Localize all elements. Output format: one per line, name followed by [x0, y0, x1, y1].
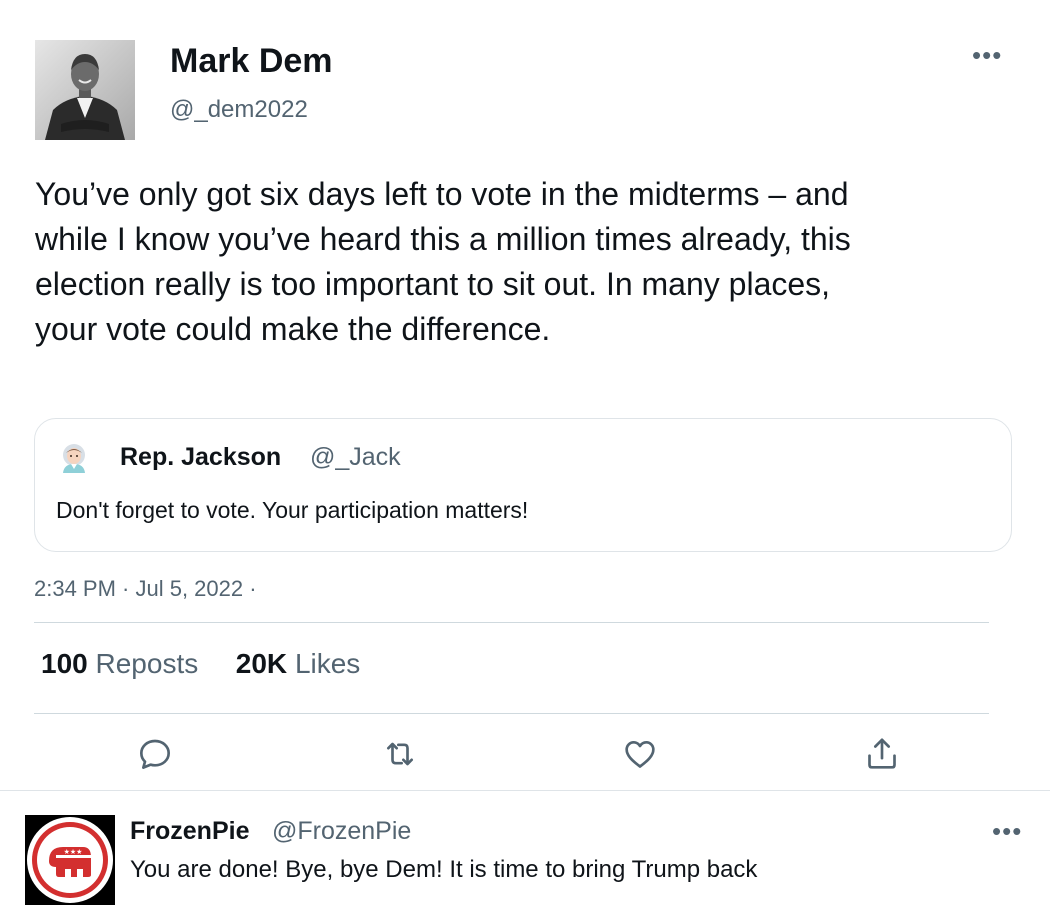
reply-icon — [140, 739, 170, 769]
quoted-author-handle[interactable]: @_Jack — [310, 443, 401, 472]
reply-button[interactable] — [135, 734, 175, 774]
quoted-author-avatar[interactable] — [60, 443, 88, 473]
reposts-label: Reposts — [95, 648, 199, 679]
more-options-icon[interactable]: ••• — [972, 40, 1002, 71]
reply-text: You are done! Bye, bye Dem! It is time t… — [130, 856, 758, 883]
likes-stat[interactable]: 20K Likes — [236, 648, 361, 679]
like-button[interactable] — [620, 734, 660, 774]
tweet-stats: 100 Reposts 20K Likes — [41, 648, 360, 680]
author-avatar[interactable] — [35, 40, 135, 140]
quoted-tweet-card[interactable] — [34, 418, 1012, 552]
tweet-timestamp[interactable]: 2:34 PM · Jul 5, 2022 · — [34, 576, 257, 602]
repost-icon — [387, 742, 413, 766]
divider — [34, 622, 989, 623]
likes-label: Likes — [294, 648, 361, 679]
avatar-photo — [35, 40, 135, 140]
repost-button[interactable] — [380, 734, 420, 774]
tweet-text: You’ve only got six days left to vote in… — [35, 176, 851, 347]
reposts-stat[interactable]: 100 Reposts — [41, 648, 206, 679]
share-icon — [868, 738, 896, 769]
svg-text:★★★: ★★★ — [64, 848, 83, 856]
quoted-tweet-text: Don't forget to vote. Your participation… — [56, 497, 529, 523]
likes-count: 20K — [235, 648, 288, 679]
share-button[interactable] — [862, 734, 902, 774]
reply-author-handle[interactable]: @FrozenPie — [272, 817, 411, 846]
author-handle[interactable]: @_dem2022 — [170, 96, 308, 124]
reply-more-options-icon[interactable]: ••• — [992, 816, 1022, 847]
reply-author-avatar[interactable]: ★★★ — [25, 815, 115, 905]
reposts-count: 100 — [41, 648, 88, 679]
thread-separator — [0, 790, 1050, 791]
author-display-name[interactable]: Mark Dem — [170, 42, 333, 81]
quoted-author-display-name[interactable]: Rep. Jackson — [120, 443, 281, 472]
republican-elephant-logo: ★★★ — [25, 815, 115, 905]
divider — [34, 713, 989, 714]
like-icon — [625, 741, 655, 768]
person-emoji-icon — [63, 444, 85, 473]
reply-author-display-name[interactable]: FrozenPie — [130, 817, 249, 846]
